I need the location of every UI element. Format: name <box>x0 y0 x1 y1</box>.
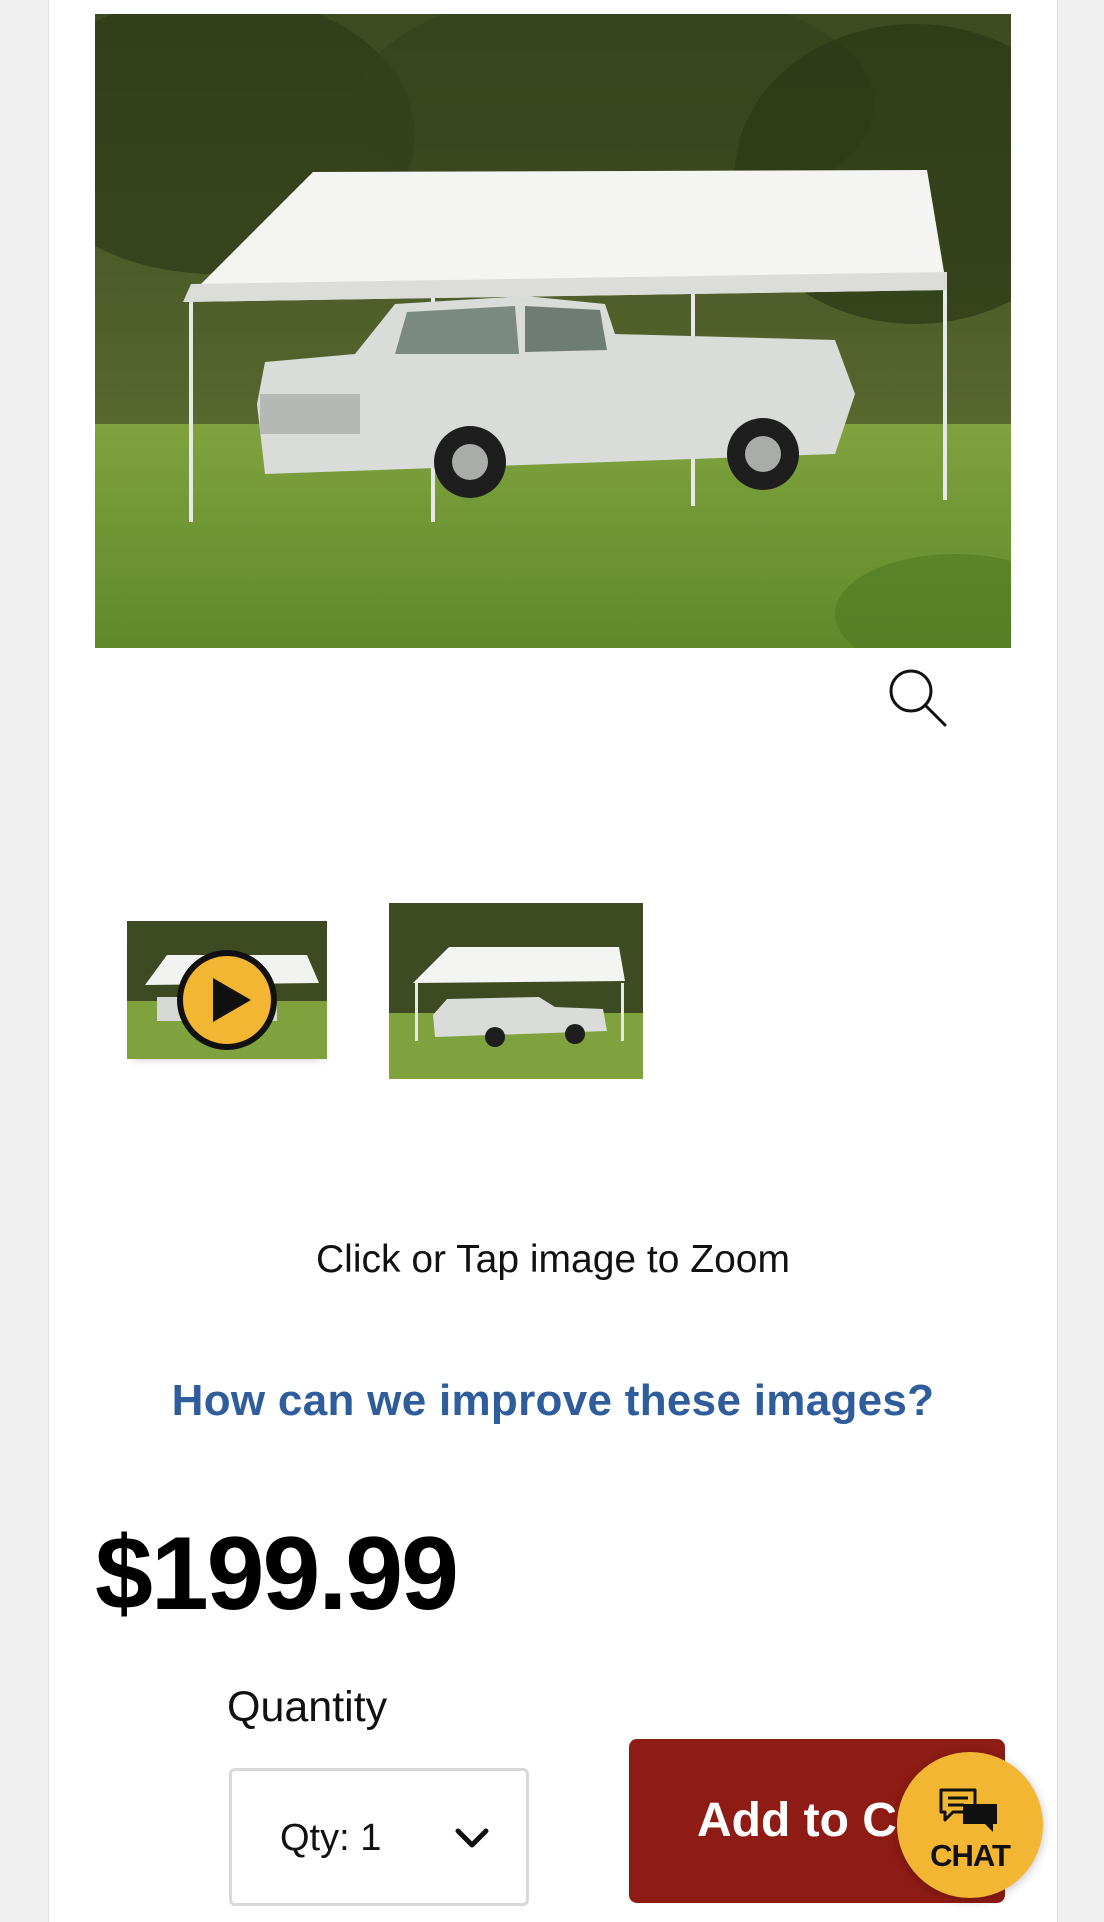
main-product-image[interactable] <box>95 14 1011 648</box>
video-thumbnail-image <box>127 921 327 1059</box>
video-thumbnail[interactable] <box>127 921 327 1059</box>
quantity-select[interactable]: Qty: 1 <box>229 1768 529 1906</box>
chevron-down-icon <box>454 1827 490 1851</box>
chat-bubbles-icon <box>937 1786 1001 1834</box>
product-price: $199.99 <box>95 1516 459 1632</box>
magnifier-icon[interactable] <box>885 665 949 729</box>
image-thumbnail-image <box>389 903 643 1079</box>
image-thumbnail[interactable] <box>389 903 643 1079</box>
product-page: Click or Tap image to Zoom How can we im… <box>48 0 1058 1922</box>
zoom-hint-text: Click or Tap image to Zoom <box>316 1238 790 1281</box>
quantity-label: Quantity <box>227 1683 388 1731</box>
chat-label: CHAT <box>930 1838 1011 1873</box>
chat-button[interactable]: CHAT <box>897 1752 1043 1898</box>
improve-images-link[interactable]: How can we improve these images? <box>49 1376 1057 1426</box>
quantity-value: Qty: 1 <box>280 1817 382 1859</box>
canopy-photo <box>95 14 1011 648</box>
